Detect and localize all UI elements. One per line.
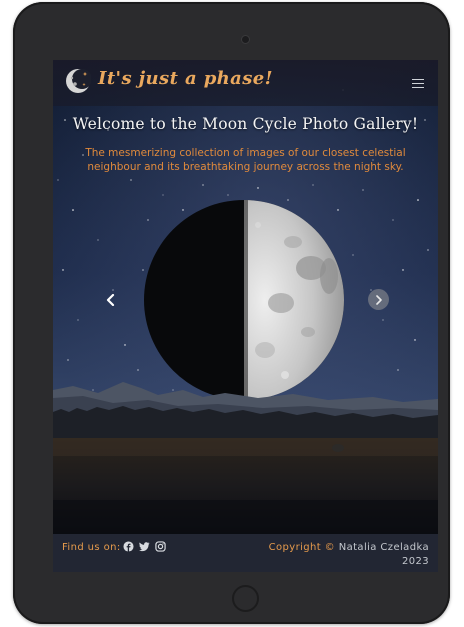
twitter-icon[interactable] — [139, 541, 150, 552]
hamburger-menu-icon[interactable] — [412, 79, 426, 90]
camera-dot — [241, 35, 250, 44]
navbar: It's just a phase! — [53, 60, 438, 106]
copyright-year: 2023 — [401, 556, 429, 567]
carousel-prev-button[interactable] — [101, 290, 121, 310]
hero-title: Welcome to the Moon Cycle Photo Gallery! — [72, 115, 419, 133]
hero-subtitle: The mesmerizing collection of images of … — [85, 147, 406, 173]
facebook-icon[interactable] — [123, 541, 134, 552]
chevron-left-icon — [106, 294, 115, 306]
footer: Find us on: Copyright © Natalia Czeladka… — [53, 534, 438, 572]
crescent-moon-icon[interactable] — [65, 68, 91, 94]
brand-title[interactable]: It's just a phase! — [98, 68, 273, 89]
screen: It's just a phase! Welcome to the Moon C… — [53, 60, 438, 572]
copyright: Copyright © Natalia Czeladka 2023 — [269, 541, 429, 569]
copyright-name: Natalia Czeladka — [338, 542, 429, 553]
chevron-right-icon — [375, 294, 382, 305]
instagram-icon[interactable] — [155, 541, 166, 552]
tablet-frame: It's just a phase! Welcome to the Moon C… — [13, 2, 450, 624]
home-button[interactable] — [232, 585, 259, 612]
follow-label: Find us on: — [62, 542, 121, 553]
carousel-next-button[interactable] — [368, 289, 389, 310]
copyright-label: Copyright © — [268, 542, 336, 553]
